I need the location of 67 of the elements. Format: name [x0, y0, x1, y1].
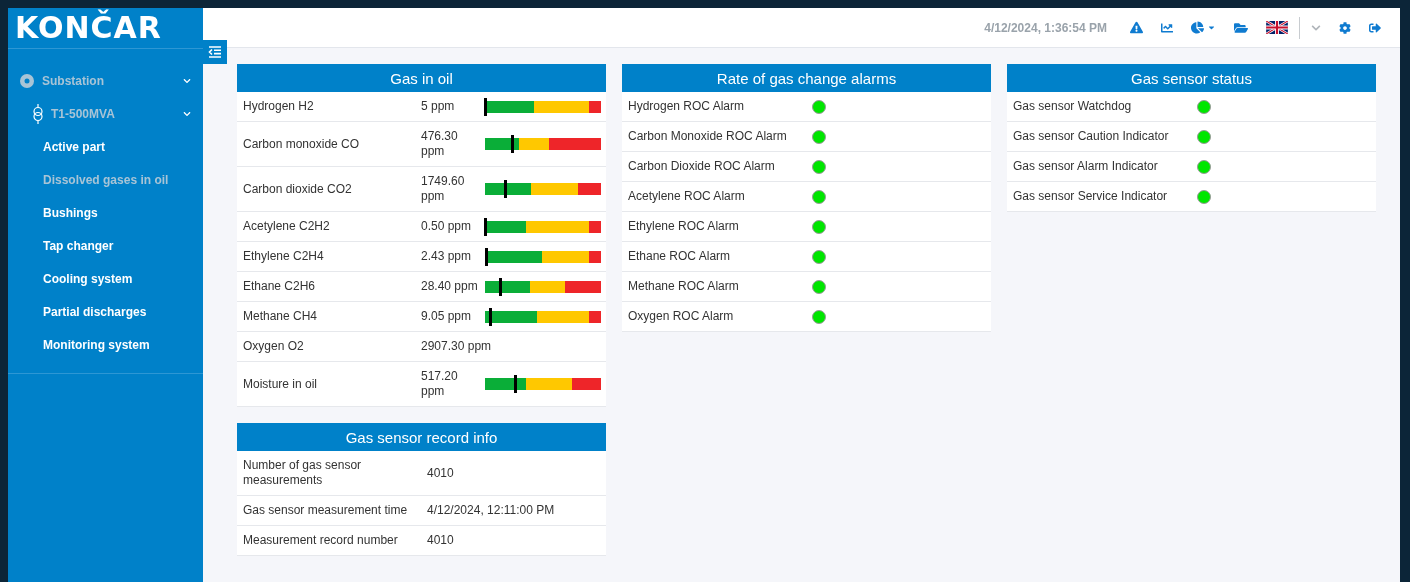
gas-name: Oxygen O2	[243, 339, 305, 354]
gas-name: Carbon monoxide CO	[243, 136, 361, 152]
chevron-down-icon	[183, 109, 191, 118]
circle-icon	[20, 73, 34, 88]
gas-value: 1749.60 ppm	[421, 174, 466, 204]
record-label: Gas sensor measurement time	[243, 503, 409, 518]
gas-value: 2.43 ppm	[421, 249, 473, 264]
gas-value: 5 ppm	[421, 99, 456, 114]
indicator-label: Gas sensor Caution Indicator	[1013, 129, 1170, 144]
indicator-label: Ethane ROC Alarm	[628, 249, 732, 264]
gas-value: 476.30 ppm	[421, 129, 459, 159]
panel-title: Rate of gas change alarms	[622, 64, 991, 92]
indicator-label: Gas sensor Watchdog	[1013, 99, 1133, 114]
panel-title: Gas in oil	[237, 64, 606, 92]
gas-value: 2907.30 ppm	[421, 339, 493, 354]
record-value: 4010	[427, 465, 455, 481]
pie-chart-icon	[1191, 21, 1204, 34]
indicator-label: Methane ROC Alarm	[628, 279, 740, 294]
transformer-icon	[33, 103, 43, 124]
gas-name: Ethylene C2H4	[243, 249, 325, 264]
panel-title: Gas sensor record info	[237, 423, 606, 451]
line-chart-icon	[1161, 21, 1173, 34]
record-label: Number of gas sensor measurements	[243, 458, 363, 488]
indicator-label: Gas sensor Service Indicator	[1013, 189, 1169, 204]
caret-icon	[1207, 23, 1216, 32]
node-label: T1-500MVA	[51, 106, 116, 121]
nav-item[interactable]: Active part	[8, 130, 203, 163]
menu-collapse-icon	[208, 46, 222, 58]
nav-item[interactable]: Tap changer	[8, 229, 203, 262]
tree-node[interactable]: Substation	[8, 64, 203, 97]
nav-item[interactable]: Monitoring system	[8, 328, 203, 361]
nav-item[interactable]: Bushings	[8, 196, 203, 229]
nav-item[interactable]: Dissolved gases in oil	[8, 163, 203, 196]
indicator-label: Gas sensor Alarm Indicator	[1013, 159, 1159, 174]
logout-icon	[1369, 21, 1381, 34]
nav-item[interactable]: Cooling system	[8, 262, 203, 295]
date-time: 4/12/2024, 1:36:54 PM	[984, 20, 1107, 35]
collapse-sidebar-button[interactable]	[203, 40, 227, 64]
gas-name: Methane CH4	[243, 309, 319, 324]
settings-icon	[1339, 21, 1351, 34]
indicator-label: Ethylene ROC Alarm	[628, 219, 740, 234]
indicator-label: Oxygen ROC Alarm	[628, 309, 735, 324]
gas-name: Acetylene C2H2	[243, 219, 331, 234]
tree-node[interactable]: T1-500MVA	[8, 97, 203, 130]
record-value: 4010	[427, 533, 455, 548]
uk-flag-icon	[1266, 21, 1288, 34]
node-label: Substation	[42, 73, 105, 88]
nav-item[interactable]: Partial discharges	[8, 295, 203, 328]
record-value: 4/12/2024, 12:11:00 PM	[427, 503, 556, 518]
gas-name: Ethane C2H6	[243, 279, 317, 294]
gas-name: Hydrogen H2	[243, 99, 315, 114]
chevron-down-icon	[183, 76, 191, 85]
indicator-label: Carbon Monoxide ROC Alarm	[628, 129, 788, 144]
gas-value: 9.05 ppm	[421, 309, 473, 324]
indicator-label: Hydrogen ROC Alarm	[628, 99, 746, 114]
record-label: Measurement record number	[243, 533, 399, 548]
indicator-label: Carbon Dioxide ROC Alarm	[628, 159, 776, 174]
gas-value: 28.40 ppm	[421, 279, 479, 294]
gas-value: 0.50 ppm	[421, 219, 473, 234]
warning-icon	[1130, 21, 1143, 34]
gas-name: Moisture in oil	[243, 376, 319, 392]
panel-title: Gas sensor status	[1007, 64, 1376, 92]
folder-icon	[1234, 20, 1248, 35]
gas-name: Carbon dioxide CO2	[243, 181, 353, 197]
indicator-label: Acetylene ROC Alarm	[628, 189, 746, 204]
gas-value: 517.20 ppm	[421, 369, 459, 399]
chevron-down-icon	[1311, 22, 1321, 33]
